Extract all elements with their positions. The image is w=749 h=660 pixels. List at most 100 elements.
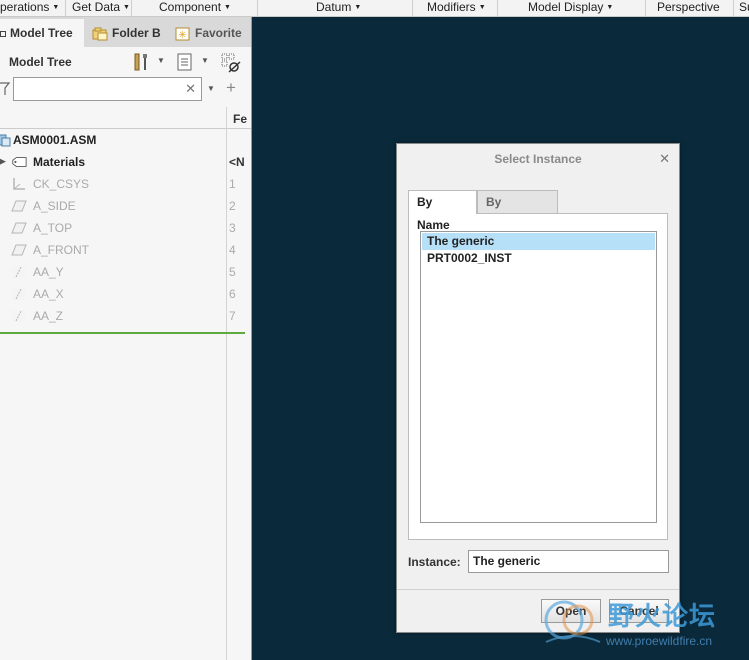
tree-row-number: 2 [229, 199, 236, 213]
tree-row-materials[interactable]: ▶ Materials <N [0, 151, 251, 173]
csys-icon [13, 178, 25, 190]
watermark: 野火论坛 www.proewildfire.cn [540, 592, 745, 654]
chevron-down-icon: ▼ [52, 4, 60, 11]
menu-operations-label: perations [0, 0, 50, 14]
settings-tools-icon[interactable] [132, 52, 152, 72]
chevron-down-icon[interactable]: ▼ [207, 84, 215, 93]
datum-plane-icon [11, 244, 27, 256]
menu-model-display[interactable]: Model Display ▼ [498, 0, 646, 16]
tree-row-datum-plane[interactable]: A_FRONT 4 [0, 239, 251, 261]
tab-by-name-label: By Name [417, 195, 450, 232]
menu-component[interactable]: Component ▼ [132, 0, 258, 16]
tree-row-root[interactable]: ASM0001.ASM [0, 129, 251, 151]
menu-perspective[interactable]: Perspective [646, 0, 734, 16]
menu-su[interactable]: Su [734, 0, 749, 16]
column-header-feature[interactable]: Fe [233, 112, 247, 126]
menu-perspective-label: Perspective [657, 0, 720, 14]
tree-title: Model Tree [9, 55, 72, 69]
tree-row-number: 5 [229, 265, 236, 279]
tree-row-label: AA_Y [33, 265, 64, 279]
chevron-down-icon: ▼ [354, 4, 362, 11]
menu-datum[interactable]: Datum ▼ [258, 0, 413, 16]
add-icon[interactable]: + [226, 78, 236, 98]
show-columns-icon[interactable] [176, 52, 194, 72]
watermark-text: 野火论坛 [608, 602, 717, 632]
tree-row-number: 6 [229, 287, 236, 301]
menu-operations[interactable]: perations ▼ [0, 0, 66, 16]
chevron-down-icon[interactable]: ▼ [201, 56, 209, 65]
list-item[interactable]: The generic [422, 233, 655, 250]
datum-plane-icon [11, 200, 27, 212]
tree-row-datum-axis[interactable]: AA_Z 7 [0, 305, 251, 327]
datum-axis-icon [12, 310, 25, 322]
tab-by-name[interactable]: By Name [408, 190, 477, 232]
tree-row-number: 7 [229, 309, 236, 323]
close-icon[interactable]: ✕ [659, 151, 670, 167]
list-item[interactable]: PRT0002_INST [422, 250, 655, 267]
navigator-tabs: Model Tree Folder B ✳ Favorite [0, 17, 251, 47]
chevron-down-icon: ▼ [224, 4, 231, 11]
chevron-down-icon[interactable]: ▼ [157, 56, 165, 65]
tree-search-row: ✕ ▼ + [0, 77, 251, 103]
tree-header [0, 107, 251, 129]
tree-row-label: A_FRONT [33, 243, 90, 257]
tree-row-datum-plane[interactable]: A_SIDE 2 [0, 195, 251, 217]
datum-plane-icon [11, 222, 27, 234]
tree-row-label: AA_Z [33, 309, 64, 323]
navigator-panel: Model Tree Folder B ✳ Favorite Model Tree… [0, 17, 252, 660]
insert-here-marker[interactable] [0, 332, 245, 334]
model-tree-icon [0, 30, 6, 37]
tree-row-datum-axis[interactable]: AA_Y 5 [0, 261, 251, 283]
datum-axis-icon [12, 288, 25, 300]
tab-favorites[interactable]: ✳ Favorite [170, 19, 251, 47]
menu-model-display-label: Model Display [528, 0, 604, 14]
instance-label: Instance: [408, 555, 461, 569]
tab-folder-browser[interactable]: Folder B [88, 19, 166, 47]
by-name-pane: The generic PRT0002_INST [408, 213, 668, 540]
chevron-down-icon: ▼ [478, 4, 486, 11]
assembly-icon [0, 134, 11, 147]
filter-display-icon[interactable] [220, 52, 242, 74]
tree-row-label: A_TOP [33, 221, 73, 235]
clear-icon[interactable]: ✕ [185, 81, 196, 97]
tab-model-tree[interactable]: Model Tree [0, 19, 84, 47]
datum-axis-icon [12, 266, 25, 278]
tree-row-number: 3 [229, 221, 236, 235]
menu-modifiers-label: Modifiers [427, 0, 476, 14]
tree-row-label: Materials [33, 155, 86, 169]
tree-row-number: <N [229, 155, 245, 169]
menu-component-label: Component [159, 0, 222, 14]
instance-field[interactable]: The generic [468, 550, 669, 573]
tree-row-datum-plane[interactable]: A_TOP 3 [0, 217, 251, 239]
tab-folder-browser-label: Folder B [112, 26, 161, 40]
divider [397, 589, 679, 590]
menu-get-data[interactable]: Get Data ▼ [66, 0, 132, 16]
tab-favorites-label: Favorite [195, 26, 242, 40]
tree-toolbar: Model Tree ▼ ▼ [0, 49, 251, 75]
instance-list[interactable]: The generic PRT0002_INST [420, 231, 657, 523]
dialog-title: Select Instance [494, 152, 582, 166]
tree-row-number: 4 [229, 243, 236, 257]
menu-get-data-label: Get Data [72, 0, 121, 14]
chevron-down-icon: ▼ [606, 4, 614, 11]
menu-modifiers[interactable]: Modifiers ▼ [413, 0, 498, 16]
expand-arrow-icon[interactable]: ▶ [0, 156, 6, 167]
menu-su-label: Su [739, 0, 749, 14]
tree-row-label: AA_X [33, 287, 64, 301]
tree-row-label: CK_CSYS [33, 177, 90, 191]
tree-search-input[interactable]: ✕ [13, 77, 202, 101]
tab-by-column[interactable]: By Column [477, 190, 558, 232]
watermark-logo-icon [544, 600, 601, 643]
tree-row-label: ASM0001.ASM [13, 133, 97, 147]
ribbon-menubar: perations ▼ Get Data ▼ Component ▼ Datum ▼ M… [0, 0, 749, 17]
watermark-url: www.proewildfire.cn [606, 634, 713, 648]
tree-row-label: A_SIDE [33, 199, 76, 213]
filter-icon[interactable] [0, 82, 10, 96]
chevron-down-icon: ▼ [123, 4, 130, 11]
svg-text:✳: ✳ [178, 30, 186, 41]
tree-row-csys[interactable]: CK_CSYS 1 [0, 173, 251, 195]
tree-row-datum-axis[interactable]: AA_X 6 [0, 283, 251, 305]
material-tag-icon [12, 157, 27, 167]
menu-datum-label: Datum [316, 0, 352, 14]
select-instance-dialog: Select Instance ✕ By Name By Column The … [396, 143, 680, 633]
